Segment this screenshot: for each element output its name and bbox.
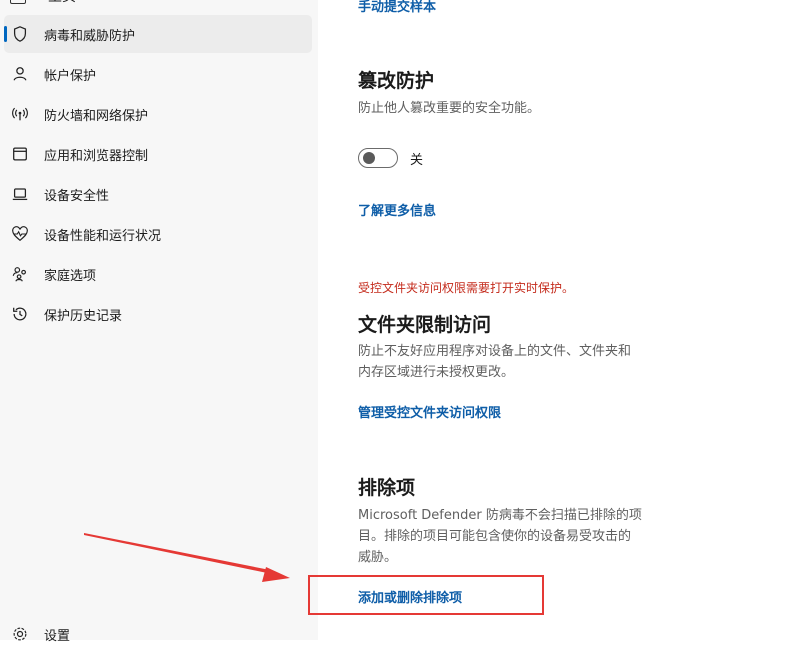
sidebar-item-label: 帐户保护 (44, 68, 97, 84)
wifi-antenna-icon (10, 104, 30, 124)
sidebar-item-label: 设备性能和运行状况 (44, 228, 162, 244)
description-line: 防止不友好应用程序对设备上的文件、文件夹和 (358, 344, 632, 359)
history-icon (10, 304, 30, 324)
sidebar-item-app-browser-control[interactable]: 应用和浏览器控制 (4, 135, 312, 173)
sidebar-item-device-performance[interactable]: 设备性能和运行状况 (4, 215, 312, 253)
description-line: 威胁。 (358, 550, 398, 565)
sidebar-item-home[interactable]: 主页 (10, 0, 76, 6)
heart-pulse-icon (10, 224, 30, 244)
sidebar-item-label: 防火墙和网络保护 (44, 108, 149, 124)
sidebar-item-device-security[interactable]: 设备安全性 (4, 175, 312, 213)
folder-access-title: 文件夹限制访问 (358, 314, 492, 336)
tamper-protection-title: 篡改防护 (358, 70, 435, 92)
home-icon (10, 0, 26, 4)
toggle-state-label: 关 (410, 152, 424, 168)
exclusions-description: Microsoft Defender 防病毒不会扫描已排除的项 目。排除的项目可… (358, 505, 778, 568)
sidebar-item-firewall[interactable]: 防火墙和网络保护 (4, 95, 312, 133)
description-line: 目。排除的项目可能包含使你的设备易受攻击的 (358, 529, 632, 544)
sidebar: 主页 病毒和威胁防护 帐户保护 防火墙和网络保护 应用和浏览器控制 (0, 0, 318, 644)
toggle-knob (363, 152, 375, 164)
tamper-protection-description: 防止他人篡改重要的安全功能。 (358, 101, 541, 116)
description-line: 内存区域进行未授权更改。 (358, 365, 515, 380)
sidebar-item-protection-history[interactable]: 保护历史记录 (4, 295, 312, 333)
folder-access-warning: 受控文件夹访问权限需要打开实时保护。 (358, 281, 575, 295)
manage-folder-access-link[interactable]: 管理受控文件夹访问权限 (358, 402, 501, 421)
exclusions-title: 排除项 (358, 477, 416, 499)
description-line: Microsoft Defender 防病毒不会扫描已排除的项 (358, 508, 642, 523)
family-icon (10, 264, 30, 284)
sidebar-item-label: 保护历史记录 (44, 308, 123, 324)
sidebar-item-account-protection[interactable]: 帐户保护 (4, 55, 312, 93)
laptop-icon (10, 184, 30, 204)
gear-icon (10, 624, 30, 644)
folder-access-description: 防止不友好应用程序对设备上的文件、文件夹和 内存区域进行未授权更改。 (358, 341, 778, 383)
sidebar-item-label: 主页 (48, 0, 76, 6)
sidebar-item-label: 家庭选项 (44, 268, 97, 284)
sidebar-item-label: 应用和浏览器控制 (44, 148, 149, 164)
sidebar-item-virus-protection[interactable]: 病毒和威胁防护 (4, 15, 312, 53)
learn-more-link[interactable]: 了解更多信息 (358, 200, 436, 219)
shield-icon (10, 24, 30, 44)
sidebar-item-label: 设备安全性 (44, 188, 110, 204)
sidebar-nav: 病毒和威胁防护 帐户保护 防火墙和网络保护 应用和浏览器控制 设备安全性 设备性… (4, 15, 312, 335)
manual-submit-sample-link[interactable]: 手动提交样本 (358, 0, 436, 15)
annotation-highlight-box (308, 575, 544, 615)
sidebar-item-family-options[interactable]: 家庭选项 (4, 255, 312, 293)
app-window-icon (10, 144, 30, 164)
sidebar-item-settings[interactable]: 设置 (4, 616, 312, 652)
tamper-protection-toggle[interactable] (358, 148, 398, 168)
sidebar-item-label: 病毒和威胁防护 (44, 28, 136, 44)
sidebar-item-label: 设置 (44, 628, 71, 644)
tamper-protection-toggle-row: 关 (358, 148, 423, 168)
person-icon (10, 64, 30, 84)
